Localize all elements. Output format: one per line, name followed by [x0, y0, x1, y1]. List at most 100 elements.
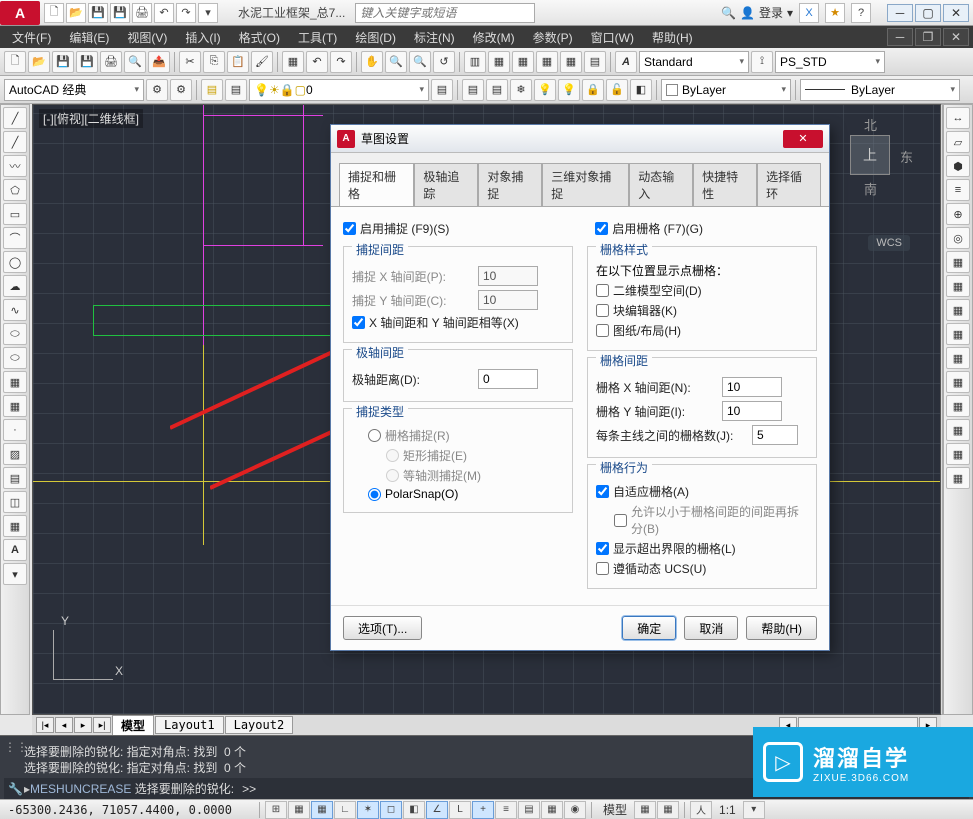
help-icon[interactable]: ?	[851, 3, 871, 23]
layout1-tab[interactable]: Layout1	[155, 716, 224, 734]
menu-format[interactable]: 格式(O)	[231, 27, 288, 48]
favorite-icon[interactable]: ★	[825, 3, 845, 23]
tool1-icon[interactable]: ▦	[946, 275, 970, 297]
ws-settings-icon[interactable]: ⚙	[146, 79, 168, 101]
rect-snap-radio[interactable]: 矩形捕捉(E)	[386, 447, 564, 464]
wcs-badge[interactable]: WCS	[868, 235, 910, 251]
sb-snap-icon[interactable]: ▦	[288, 801, 310, 819]
qat-redo-icon[interactable]: ↷	[176, 3, 196, 23]
gs-2dmodel-checkbox[interactable]: 二维模型空间(D)	[596, 282, 808, 299]
area-icon[interactable]: ▱	[946, 131, 970, 153]
qat-save-icon[interactable]: 💾	[88, 3, 108, 23]
polar-dist-input[interactable]	[478, 369, 538, 389]
sb-otrack-icon[interactable]: ∠	[426, 801, 448, 819]
tb-redo-icon[interactable]: ↷	[330, 51, 352, 73]
tool9-icon[interactable]: ▦	[946, 467, 970, 489]
insertblock-icon[interactable]: ▦	[3, 371, 27, 393]
xline-icon[interactable]: ╱	[3, 131, 27, 153]
viewcube-top-face[interactable]: 上	[850, 135, 890, 175]
grid-snap-radio[interactable]: 栅格捕捉(R)	[368, 427, 564, 444]
coordinates-readout[interactable]: -65300.2436, 71057.4400, 0.0000	[4, 803, 254, 817]
table-icon[interactable]: ▦	[3, 515, 27, 537]
textstyle-combo[interactable]: Standard	[639, 51, 749, 73]
menu-insert[interactable]: 插入(I)	[177, 27, 228, 48]
sb-annovis-icon[interactable]: ▾	[743, 801, 765, 819]
grid-x-input[interactable]	[722, 377, 782, 397]
layer-unlock-icon[interactable]: 🔓	[606, 79, 628, 101]
enable-snap-checkbox[interactable]: 启用捕捉 (F9)(S)	[343, 220, 449, 237]
tb-calc-icon[interactable]: ▤	[584, 51, 606, 73]
tab-selcycle[interactable]: 选择循环	[757, 163, 821, 206]
tb-cut-icon[interactable]: ✂	[179, 51, 201, 73]
follow-ucs-checkbox[interactable]: 遵循动态 UCS(U)	[596, 560, 808, 577]
doc-restore-button[interactable]: ❐	[915, 28, 941, 46]
tab-snap-grid[interactable]: 捕捉和栅格	[339, 163, 414, 206]
mtext-icon[interactable]: A	[3, 539, 27, 561]
snap-x-input[interactable]	[478, 266, 538, 286]
tab-3dosnap[interactable]: 三维对象捕捉	[542, 163, 629, 206]
menu-tools[interactable]: 工具(T)	[290, 27, 345, 48]
menu-draw[interactable]: 绘图(D)	[347, 27, 404, 48]
arc-icon[interactable]: ⌒	[3, 227, 27, 249]
subdiv-checkbox[interactable]: 允许以小于栅格间距的间距再拆分(B)	[614, 503, 808, 537]
menu-edit[interactable]: 编辑(E)	[61, 27, 117, 48]
cmdline-grip-icon[interactable]: ⋮⋮	[4, 740, 28, 754]
tb-preview-icon[interactable]: 🔍	[124, 51, 146, 73]
menu-dimension[interactable]: 标注(N)	[406, 27, 463, 48]
sb-ortho-icon[interactable]: ∟	[334, 801, 356, 819]
tb-dimstyle-icon[interactable]: ⟟	[751, 51, 773, 73]
ok-button[interactable]: 确定	[622, 616, 676, 640]
spline-icon[interactable]: ∿	[3, 299, 27, 321]
ellipsearc-icon[interactable]: ⬭	[3, 347, 27, 369]
tool6-icon[interactable]: ▦	[946, 395, 970, 417]
region-icon[interactable]: ◫	[3, 491, 27, 513]
layer-on-icon[interactable]: 💡	[558, 79, 580, 101]
infocenter-login[interactable]: 🔍 👤 登录 ▾	[721, 4, 793, 21]
dimstyle-combo[interactable]: PS_STD	[775, 51, 885, 73]
tb-textstyle-icon[interactable]: A	[615, 51, 637, 73]
sb-qp-icon[interactable]: ▦	[541, 801, 563, 819]
sb-quickview-icon[interactable]: ▦	[634, 801, 656, 819]
sb-sc-icon[interactable]: ◉	[564, 801, 586, 819]
view-cube[interactable]: 上 北 南 东	[830, 115, 920, 205]
tb-publish-icon[interactable]: 📤	[148, 51, 170, 73]
qat-saveas-icon[interactable]: 💾	[110, 3, 130, 23]
tb-matchprop-icon[interactable]: 🖌	[251, 51, 273, 73]
viewcube-north[interactable]: 北	[864, 115, 877, 134]
id-icon[interactable]: ⊕	[946, 203, 970, 225]
linetype-combo[interactable]: ByLayer	[800, 79, 960, 101]
locate-icon[interactable]: ◎	[946, 227, 970, 249]
point-icon[interactable]: ·	[3, 419, 27, 441]
layout2-tab[interactable]: Layout2	[225, 716, 294, 734]
dist-icon[interactable]: ↔	[946, 107, 970, 129]
layer-filter-icon[interactable]: ▤	[225, 79, 247, 101]
pline-icon[interactable]: 〰	[3, 155, 27, 177]
qat-plot-icon[interactable]: 🖨	[132, 3, 152, 23]
sb-polar-icon[interactable]: ✶	[357, 801, 379, 819]
tb-undo-icon[interactable]: ↶	[306, 51, 328, 73]
tb-ssm-icon[interactable]: ▦	[536, 51, 558, 73]
tab-quickprops[interactable]: 快捷特性	[693, 163, 757, 206]
tab-polar[interactable]: 极轴追踪	[414, 163, 478, 206]
sb-3dosnap-icon[interactable]: ◧	[403, 801, 425, 819]
layer-combo[interactable]: 💡☀🔒▢ 0	[249, 79, 429, 101]
polygon-icon[interactable]: ⬠	[3, 179, 27, 201]
tool3-icon[interactable]: ▦	[946, 323, 970, 345]
tb-markup-icon[interactable]: ▦	[560, 51, 582, 73]
gs-layout-checkbox[interactable]: 图纸/布局(H)	[596, 322, 808, 339]
tb-block-icon[interactable]: ▦	[282, 51, 304, 73]
tab-osnap[interactable]: 对象捕捉	[478, 163, 542, 206]
sb-model-label[interactable]: 模型	[597, 801, 633, 818]
qat-new-icon[interactable]: 🗋	[44, 3, 64, 23]
layer-match-icon[interactable]: ◧	[630, 79, 652, 101]
tb-open-icon[interactable]: 📂	[28, 51, 50, 73]
layer-uniso-icon[interactable]: ▤	[486, 79, 508, 101]
sb-dyn-icon[interactable]: +	[472, 801, 494, 819]
sb-annoscale-icon[interactable]: 人	[690, 801, 712, 819]
qselect-icon[interactable]: ▦	[946, 251, 970, 273]
sb-scale-label[interactable]: 1:1	[713, 803, 742, 817]
massprop-icon[interactable]: ⬢	[946, 155, 970, 177]
tool5-icon[interactable]: ▦	[946, 371, 970, 393]
tb-new-icon[interactable]: 🗋	[4, 51, 26, 73]
tb-plot-icon[interactable]: 🖨	[100, 51, 122, 73]
